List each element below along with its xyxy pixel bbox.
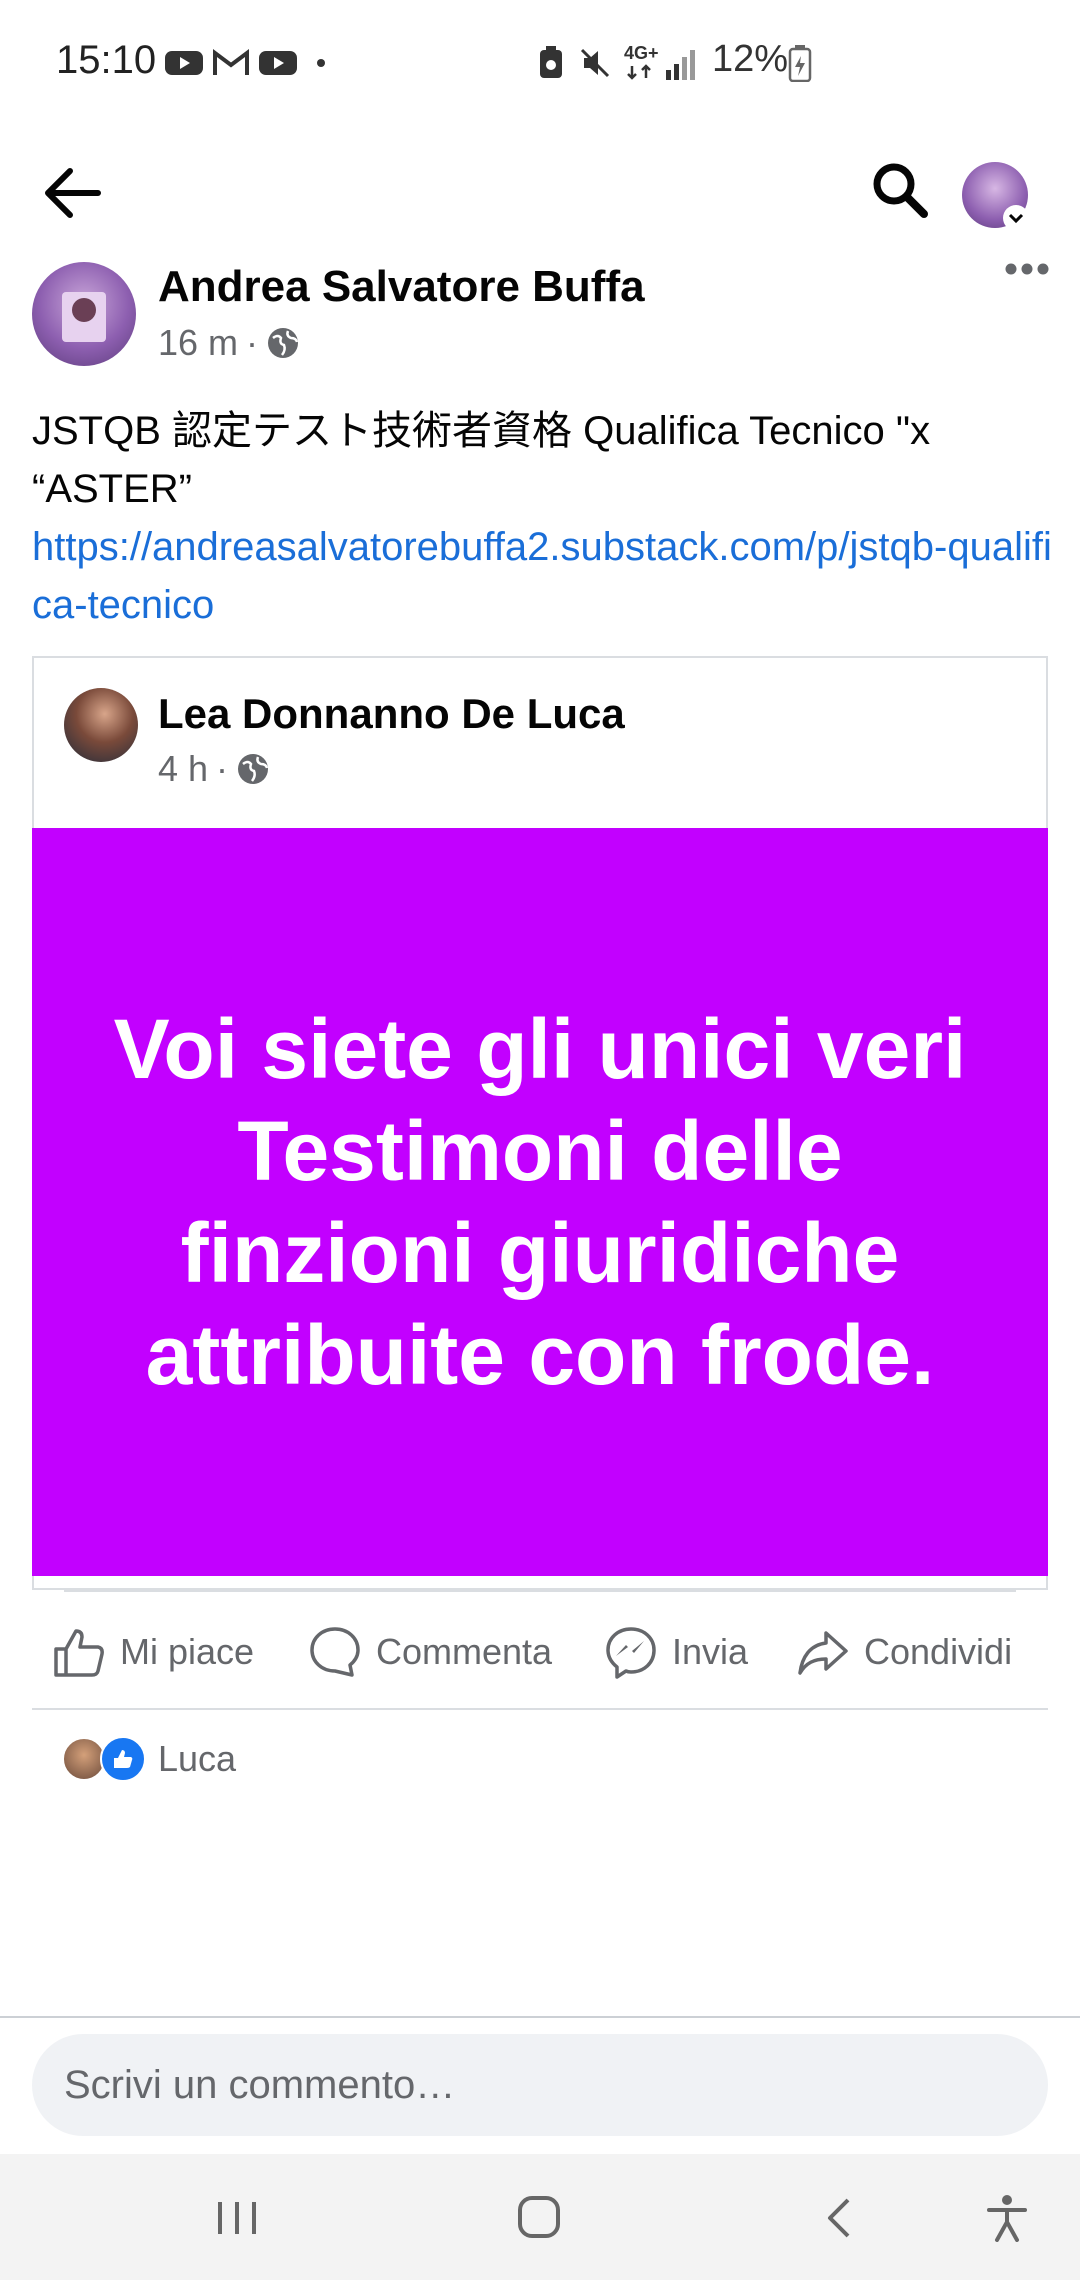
youtube-icon xyxy=(165,51,203,75)
comment-placeholder: Scrivi un commento… xyxy=(64,2062,456,2107)
send-label: Invia xyxy=(672,1631,749,1672)
comment-input[interactable]: Scrivi un commento… xyxy=(32,2034,1048,2136)
network-label: 4G+ xyxy=(624,43,659,63)
reactions-summary[interactable]: Luca xyxy=(62,1734,236,1784)
home-icon[interactable] xyxy=(516,2194,562,2240)
back-arrow-icon[interactable] xyxy=(40,166,104,220)
app-bar xyxy=(0,128,1080,248)
gmail-icon xyxy=(213,49,249,75)
comment-icon xyxy=(310,1627,360,1677)
recent-apps-icon[interactable] xyxy=(214,2198,260,2238)
globe-icon xyxy=(268,328,299,358)
divider xyxy=(32,1708,1048,1710)
comment-button[interactable]: Commenta xyxy=(308,1610,552,1694)
text-post-background[interactable]: Voi siete gli unici veri Testimoni delle… xyxy=(32,828,1048,1576)
youtube-icon xyxy=(259,51,297,75)
status-bar: 15:10 4G+ 12% xyxy=(0,0,1080,128)
profile-avatar[interactable] xyxy=(962,162,1029,231)
post-text: JSTQB 認定テスト技術者資格 Qualifica Tecnico "x “A… xyxy=(32,409,931,511)
divider xyxy=(64,1590,1016,1592)
mute-icon xyxy=(580,48,610,78)
meta-separator: · xyxy=(246,322,259,363)
accessibility-icon[interactable] xyxy=(986,2194,1028,2242)
like-icon xyxy=(100,1736,146,1782)
share-icon xyxy=(798,1631,848,1675)
comment-label: Commenta xyxy=(376,1631,553,1672)
like-label: Mi piace xyxy=(120,1631,255,1672)
shared-author-avatar[interactable] xyxy=(64,688,138,762)
post-time[interactable]: 16 m xyxy=(158,322,238,364)
globe-icon xyxy=(238,754,269,784)
post-link[interactable]: https://andreasalvatorebuffa2.substack.c… xyxy=(32,518,1052,634)
battery-icon xyxy=(788,45,812,82)
system-nav-bar xyxy=(0,2154,1080,2280)
share-label: Condividi xyxy=(864,1631,1013,1672)
network-icon xyxy=(627,64,651,80)
recycle-icon xyxy=(540,46,562,78)
messenger-icon xyxy=(606,1627,656,1679)
shared-post-meta: 4 h · xyxy=(158,748,270,790)
status-time: 15:10 xyxy=(56,38,157,82)
send-button[interactable]: Invia xyxy=(604,1610,748,1694)
share-button[interactable]: Condividi xyxy=(796,1610,1012,1694)
like-button[interactable]: Mi piace xyxy=(52,1610,254,1694)
shared-post-time[interactable]: 4 h xyxy=(158,748,208,790)
search-icon[interactable] xyxy=(870,160,930,220)
meta-separator: · xyxy=(216,748,229,789)
shared-post-author[interactable]: Lea Donnanno De Luca xyxy=(158,690,625,738)
post-author[interactable]: Andrea Salvatore Buffa xyxy=(158,262,645,312)
reactor-name: Luca xyxy=(158,1738,237,1779)
dot-icon xyxy=(317,59,325,67)
more-options-icon[interactable] xyxy=(1004,262,1050,276)
signal-icon xyxy=(666,50,695,80)
post-meta: 16 m · xyxy=(158,322,300,364)
author-avatar[interactable] xyxy=(32,262,136,366)
chevron-down-icon[interactable] xyxy=(1002,204,1030,232)
post-actions: Mi piace Commenta Invia Condividi xyxy=(32,1610,1048,1694)
thumbs-up-icon xyxy=(54,1629,104,1677)
back-nav-icon[interactable] xyxy=(822,2196,856,2240)
shared-post-text: Voi siete gli unici veri Testimoni delle… xyxy=(113,1002,967,1402)
